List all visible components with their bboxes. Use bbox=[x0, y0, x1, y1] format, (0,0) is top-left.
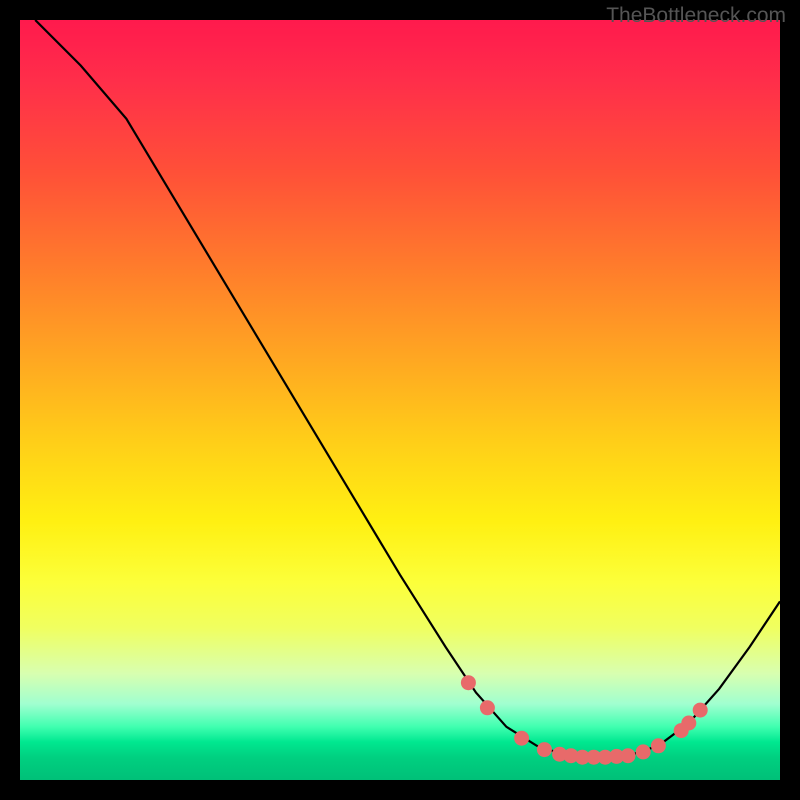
chart-marker bbox=[480, 700, 495, 715]
chart-curve bbox=[35, 20, 780, 757]
chart-svg bbox=[20, 20, 780, 780]
chart-marker bbox=[681, 716, 696, 731]
chart-marker bbox=[621, 748, 636, 763]
watermark-text: TheBottleneck.com bbox=[606, 4, 786, 28]
chart-marker bbox=[651, 738, 666, 753]
chart-markers bbox=[461, 675, 708, 765]
chart-marker bbox=[514, 731, 529, 746]
chart-marker bbox=[461, 675, 476, 690]
chart-marker bbox=[693, 703, 708, 718]
chart-plot-area bbox=[20, 20, 780, 780]
chart-marker bbox=[537, 742, 552, 757]
chart-marker bbox=[636, 744, 651, 759]
